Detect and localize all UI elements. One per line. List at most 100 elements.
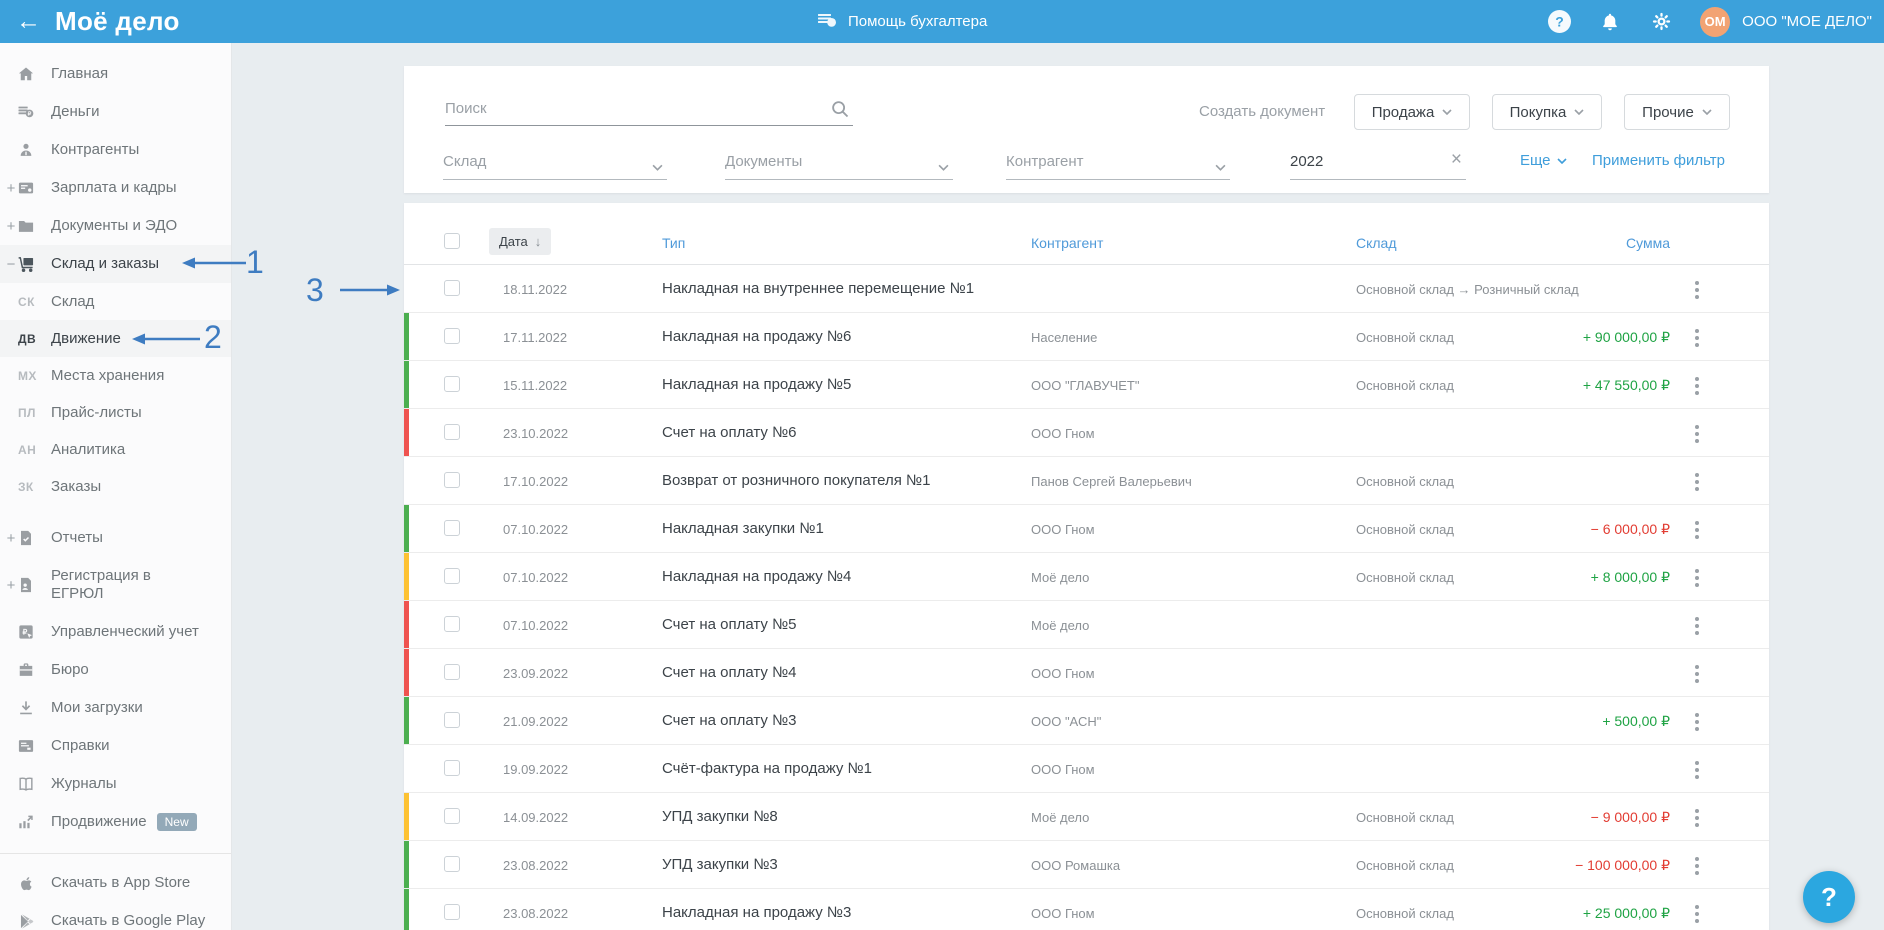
row-checkbox[interactable] bbox=[444, 856, 460, 872]
sidebar-item[interactable]: Бюро bbox=[0, 651, 231, 689]
clear-icon[interactable]: × bbox=[1451, 150, 1462, 169]
select-all-checkbox[interactable] bbox=[444, 233, 460, 249]
table-row[interactable]: 23.10.2022 Счет на оплату №6 ООО Гном bbox=[404, 409, 1769, 457]
table-row[interactable]: 07.10.2022 Накладная закупки №1 ООО Гном Ос… bbox=[404, 505, 1769, 553]
row-checkbox[interactable] bbox=[444, 712, 460, 728]
table-row[interactable]: 23.08.2022 УПД закупки №3 ООО Ромашка Основ… bbox=[404, 841, 1769, 889]
row-menu-button[interactable] bbox=[1690, 902, 1704, 926]
warehouse-filter-select[interactable]: Склад bbox=[443, 144, 667, 180]
row-menu-button[interactable] bbox=[1690, 566, 1704, 590]
sidebar-item[interactable]: + Документы и ЭДО bbox=[0, 207, 231, 245]
table-row[interactable]: 14.09.2022 УПД закупки №8 Моё дело Основной… bbox=[404, 793, 1769, 841]
column-header-contragent[interactable]: Контрагент bbox=[1031, 235, 1103, 251]
sidebar-subitem[interactable]: МХ Места хранения bbox=[0, 357, 231, 394]
table-row[interactable]: 19.09.2022 Счёт-фактура на продажу №1 ООО … bbox=[404, 745, 1769, 793]
row-checkbox[interactable] bbox=[444, 664, 460, 680]
search-input[interactable] bbox=[445, 92, 819, 125]
sidebar-item-label: Продвижение bbox=[51, 813, 147, 830]
sidebar-store-link[interactable]: Скачать в App Store bbox=[0, 864, 231, 902]
row-checkbox[interactable] bbox=[444, 760, 460, 776]
row-checkbox[interactable] bbox=[444, 328, 460, 344]
row-checkbox[interactable] bbox=[444, 520, 460, 536]
table-row[interactable]: 23.09.2022 Счет на оплату №4 ООО Гном bbox=[404, 649, 1769, 697]
row-checkbox[interactable] bbox=[444, 376, 460, 392]
create-sale-button[interactable]: Продажа bbox=[1354, 94, 1470, 130]
row-checkbox[interactable] bbox=[444, 568, 460, 584]
back-arrow-icon[interactable]: ← bbox=[16, 9, 41, 34]
row-menu-button[interactable] bbox=[1690, 854, 1704, 878]
cell-date: 07.10.2022 bbox=[503, 570, 569, 585]
row-checkbox[interactable] bbox=[444, 472, 460, 488]
apple-icon bbox=[14, 871, 38, 895]
row-menu-button[interactable] bbox=[1690, 806, 1704, 830]
row-checkbox[interactable] bbox=[444, 904, 460, 920]
sidebar-subitem[interactable]: АН Аналитика bbox=[0, 431, 231, 468]
more-filters-link[interactable]: Еще bbox=[1520, 152, 1567, 169]
row-menu-button[interactable] bbox=[1690, 278, 1704, 302]
create-purchase-button[interactable]: Покупка bbox=[1492, 94, 1602, 130]
sidebar-item[interactable]: + Отчеты bbox=[0, 519, 231, 557]
app-logo[interactable]: Моё дело bbox=[55, 6, 180, 37]
table-row[interactable]: 15.11.2022 Накладная на продажу №5 ООО "ГЛ… bbox=[404, 361, 1769, 409]
row-menu-button[interactable] bbox=[1690, 614, 1704, 638]
row-menu-button[interactable] bbox=[1690, 662, 1704, 686]
sidebar-subitem[interactable]: ПЛ Прайс-листы bbox=[0, 394, 231, 431]
help-icon[interactable]: ? bbox=[1546, 9, 1572, 35]
settings-gear-icon[interactable] bbox=[1648, 9, 1674, 35]
column-header-amount[interactable]: Сумма bbox=[1626, 235, 1670, 251]
row-menu-button[interactable] bbox=[1690, 710, 1704, 734]
sort-date-button[interactable]: Дата ↓ bbox=[489, 228, 552, 255]
apply-filter-link[interactable]: Применить фильтр bbox=[1592, 152, 1725, 169]
column-header-type[interactable]: Тип bbox=[662, 235, 685, 251]
row-menu-button[interactable] bbox=[1690, 518, 1704, 542]
create-sale-label: Продажа bbox=[1371, 103, 1435, 121]
help-fab-button[interactable]: ? bbox=[1803, 871, 1855, 923]
table-row[interactable]: 17.11.2022 Накладная на продажу №6 Населен… bbox=[404, 313, 1769, 361]
cell-contragent: Моё дело bbox=[1031, 810, 1090, 825]
sidebar-item[interactable]: Продвижение New bbox=[0, 803, 231, 841]
table-row[interactable]: 07.10.2022 Счет на оплату №5 Моё дело bbox=[404, 601, 1769, 649]
row-menu-button[interactable] bbox=[1690, 758, 1704, 782]
table-row[interactable]: 17.10.2022 Возврат от розничного покупате… bbox=[404, 457, 1769, 505]
contragent-filter-select[interactable]: Контрагент bbox=[1006, 144, 1230, 180]
create-other-button[interactable]: Прочие bbox=[1624, 94, 1730, 130]
subitem-prefix: ПЛ bbox=[18, 405, 36, 420]
row-checkbox[interactable] bbox=[444, 424, 460, 440]
sidebar-item[interactable]: + Регистрация в ЕГРЮЛ bbox=[0, 557, 231, 613]
accountant-help-link[interactable]: Помощь бухгалтера bbox=[815, 0, 987, 43]
search-field[interactable] bbox=[445, 92, 853, 126]
row-checkbox[interactable] bbox=[444, 280, 460, 296]
home-icon bbox=[14, 62, 38, 86]
documents-filter-select[interactable]: Документы bbox=[725, 144, 953, 180]
sidebar-item[interactable]: Контрагенты bbox=[0, 131, 231, 169]
table-row[interactable]: 07.10.2022 Накладная на продажу №4 Моё дел… bbox=[404, 553, 1769, 601]
sidebar-subitem[interactable]: ЗК Заказы bbox=[0, 468, 231, 505]
row-menu-button[interactable] bbox=[1690, 422, 1704, 446]
table-row[interactable]: 21.09.2022 Счет на оплату №3 ООО "АСН" + 50… bbox=[404, 697, 1769, 745]
sidebar-item[interactable]: Мои загрузки bbox=[0, 689, 231, 727]
table-row[interactable]: 23.08.2022 Накладная на продажу №3 ООО Гно… bbox=[404, 889, 1769, 930]
sidebar-item[interactable]: Справки bbox=[0, 727, 231, 765]
table-row[interactable]: 18.11.2022 Накладная на внутреннее переме… bbox=[404, 265, 1769, 313]
sidebar-item[interactable]: ₽ Управленческий учет bbox=[0, 613, 231, 651]
company-name[interactable]: ООО "МОЕ ДЕЛО" bbox=[1742, 13, 1872, 30]
search-icon[interactable] bbox=[829, 98, 851, 125]
row-menu-button[interactable] bbox=[1690, 470, 1704, 494]
table-header: Дата ↓ Тип Контрагент Склад Сумма bbox=[404, 203, 1769, 265]
row-checkbox[interactable] bbox=[444, 808, 460, 824]
avatar[interactable]: ОМ bbox=[1700, 6, 1731, 37]
column-header-warehouse[interactable]: Склад bbox=[1356, 235, 1397, 251]
annotation-number-3: 3 bbox=[306, 272, 324, 308]
sidebar-subitem[interactable]: СК Склад bbox=[0, 283, 231, 320]
sidebar-item[interactable]: + Зарплата и кадры bbox=[0, 169, 231, 207]
row-menu-button[interactable] bbox=[1690, 326, 1704, 350]
row-menu-button[interactable] bbox=[1690, 374, 1704, 398]
sidebar-store-link[interactable]: Скачать в Google Play bbox=[0, 902, 231, 930]
notifications-bell-icon[interactable] bbox=[1597, 9, 1623, 35]
sidebar-item[interactable]: ₽ Деньги bbox=[0, 93, 231, 131]
cell-contragent: ООО Гном bbox=[1031, 426, 1095, 441]
row-checkbox[interactable] bbox=[444, 616, 460, 632]
year-filter-input[interactable]: 2022 × bbox=[1290, 144, 1466, 180]
sidebar-item[interactable]: Главная bbox=[0, 55, 231, 93]
sidebar-item[interactable]: Журналы bbox=[0, 765, 231, 803]
